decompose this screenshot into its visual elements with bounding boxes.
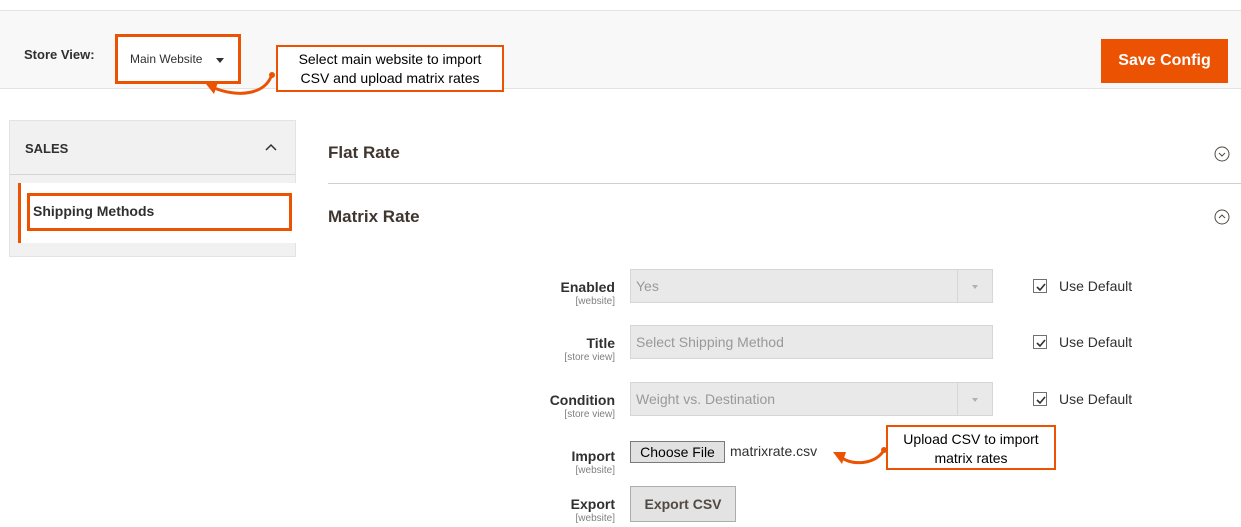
curved-arrow-icon (206, 72, 275, 95)
title-label-text: Title (586, 335, 615, 351)
chevron-down-icon (972, 398, 978, 402)
enabled-label-text: Enabled (560, 279, 615, 295)
store-view-bar: Store View: Main Website Select main web… (0, 10, 1241, 92)
store-view-annotation-line1: Select main website to import (298, 51, 482, 67)
checkmark-icon (1036, 339, 1046, 348)
condition-label-text: Condition (549, 392, 615, 408)
use-default-label: Use Default (1059, 334, 1133, 350)
store-view-annotation: Select main website to import CSV and up… (276, 45, 504, 92)
upload-annotation-line1: Upload CSV to import (903, 431, 1039, 447)
import-label-text: Import (571, 448, 615, 464)
enabled-label: Enabled [website] (561, 279, 615, 307)
title-input[interactable]: Select Shipping Method (630, 325, 993, 359)
expand-circle-icon[interactable] (1214, 146, 1230, 162)
store-view-selected: Main Website (130, 52, 203, 66)
condition-select-value: Weight vs. Destination (636, 391, 776, 407)
use-default-checkbox[interactable] (1033, 279, 1047, 293)
checkmark-icon (1036, 283, 1046, 292)
condition-scope: [store view] (564, 409, 615, 420)
chevron-up-icon (265, 143, 277, 151)
condition-select[interactable]: Weight vs. Destination (630, 382, 993, 416)
select-separator (957, 383, 958, 415)
section-flat-rate[interactable]: Flat Rate (328, 140, 1241, 180)
section-matrix-rate[interactable]: Matrix Rate (328, 205, 1241, 245)
selected-file-name: matrixrate.csv (730, 443, 818, 459)
sidebar-group-title: SALES (25, 141, 69, 156)
enabled-select-value: Yes (636, 278, 659, 294)
config-sidebar: SALES Shipping Methods (9, 120, 296, 257)
chevron-down-icon (972, 285, 978, 289)
title-label: Title [store view] (564, 335, 615, 363)
enabled-select[interactable]: Yes (630, 269, 993, 303)
import-label: Import [website] (571, 448, 615, 476)
condition-label: Condition [store view] (550, 392, 615, 420)
use-default-checkbox[interactable] (1033, 392, 1047, 406)
store-view-annotation-line2: CSV and upload matrix rates (300, 70, 480, 86)
curved-arrow-icon (833, 447, 887, 465)
use-default-label: Use Default (1059, 391, 1133, 407)
section-divider (328, 183, 1241, 184)
section-title-matrix-rate: Matrix Rate (328, 207, 420, 226)
upload-annotation: Upload CSV to import matrix rates (886, 425, 1056, 470)
sidebar-group-sales[interactable]: SALES (10, 121, 295, 175)
chevron-down-icon (216, 58, 224, 63)
enabled-scope: [website] (575, 296, 615, 307)
collapse-circle-icon[interactable] (1214, 209, 1230, 225)
checkmark-icon (1036, 396, 1046, 405)
choose-file-button[interactable]: Choose File (630, 441, 725, 463)
title-scope: [store view] (564, 352, 615, 363)
export-csv-button[interactable]: Export CSV (630, 486, 736, 522)
store-view-label: Store View: (24, 47, 95, 62)
export-label: Export [website] (571, 496, 615, 524)
sidebar-item-label: Shipping Methods (33, 203, 155, 219)
sidebar-item-shipping-methods[interactable]: Shipping Methods (18, 183, 296, 243)
select-separator (957, 270, 958, 302)
use-default-label: Use Default (1059, 278, 1133, 294)
use-default-checkbox[interactable] (1033, 335, 1047, 349)
import-scope: [website] (575, 465, 615, 476)
export-label-text: Export (570, 496, 615, 512)
title-input-value: Select Shipping Method (636, 334, 784, 350)
export-scope: [website] (575, 513, 615, 524)
upload-annotation-line2: matrix rates (934, 450, 1008, 466)
section-title-flat-rate: Flat Rate (328, 143, 400, 162)
save-config-button[interactable]: Save Config (1101, 39, 1228, 83)
